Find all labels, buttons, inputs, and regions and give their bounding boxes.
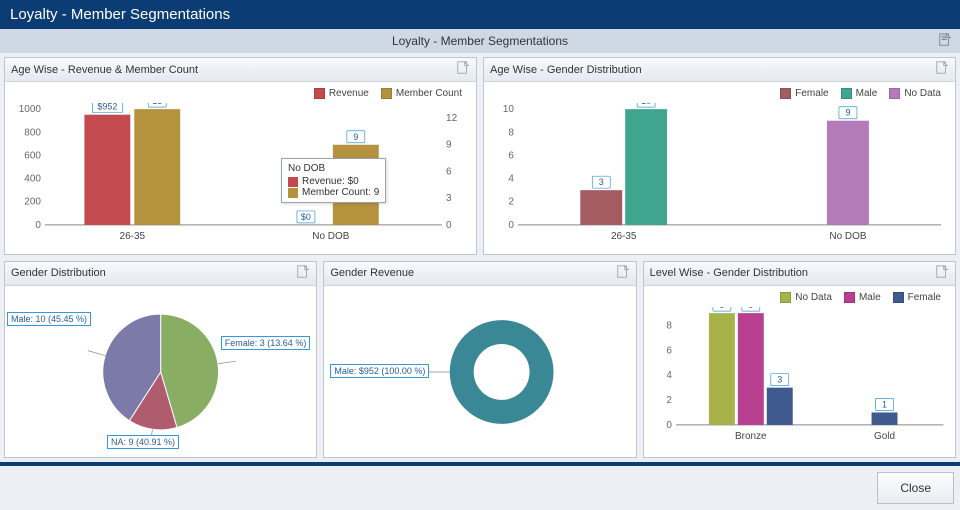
legend-item: Revenue [314, 88, 369, 99]
svg-text:8: 8 [666, 320, 672, 331]
svg-text:200: 200 [24, 197, 41, 208]
pie-label-male: Male: 10 (45.45 %) [7, 312, 91, 326]
panel-level-gender: Level Wise - Gender Distribution No Data… [643, 261, 956, 459]
bar-chart[interactable]: 0 2 4 6 8 10 3 10 26-35 9 No DOB [490, 103, 949, 243]
svg-text:9: 9 [845, 108, 850, 118]
svg-text:0: 0 [35, 220, 41, 231]
panel-export-icon[interactable] [935, 265, 949, 282]
close-button[interactable]: Close [877, 472, 954, 504]
footer: Close [0, 466, 960, 510]
svg-text:2: 2 [508, 197, 514, 208]
svg-text:800: 800 [24, 127, 41, 138]
svg-text:0: 0 [446, 220, 452, 231]
panel-age-gender: Age Wise - Gender Distribution Female Ma… [483, 57, 956, 255]
svg-text:9: 9 [719, 307, 724, 310]
panel-title: Gender Distribution [11, 267, 106, 279]
legend: Revenue Member Count [11, 86, 470, 103]
panel-export-icon[interactable] [616, 265, 630, 282]
svg-text:No DOB: No DOB [829, 231, 866, 242]
svg-text:6: 6 [446, 167, 452, 178]
svg-text:$952: $952 [97, 103, 117, 112]
panel-title: Level Wise - Gender Distribution [650, 267, 808, 279]
page-subheader: Loyalty - Member Segmentations [0, 29, 960, 53]
svg-text:12: 12 [446, 113, 458, 124]
panel-export-icon[interactable] [296, 265, 310, 282]
legend-item: Member Count [381, 88, 462, 99]
tooltip-row: Member Count: 9 [288, 187, 379, 198]
svg-text:Bronze: Bronze [735, 431, 767, 442]
svg-text:Gold: Gold [874, 431, 895, 442]
svg-text:3: 3 [446, 193, 452, 204]
svg-text:$0: $0 [301, 212, 311, 222]
page-title: Loyalty - Member Segmentations [392, 34, 568, 48]
bar-chart[interactable]: 0 200 400 600 800 1000 0 3 6 9 12 $952 13 26-35 $0 9 No … [11, 103, 470, 243]
svg-text:No DOB: No DOB [312, 231, 349, 242]
tooltip-row: Revenue: $0 [288, 176, 379, 187]
svg-text:26-35: 26-35 [120, 231, 146, 242]
pie-label-na: NA: 9 (40.91 %) [107, 435, 179, 449]
svg-text:2: 2 [666, 395, 672, 406]
svg-text:400: 400 [24, 174, 41, 185]
legend-item: No Data [889, 88, 941, 99]
svg-text:1: 1 [882, 399, 887, 409]
bar-chart[interactable]: 0 2 4 6 8 9 9 3 Bronze 1 Gold [650, 307, 949, 443]
svg-text:6: 6 [508, 151, 514, 162]
export-icon[interactable] [938, 33, 952, 50]
tooltip-title: No DOB [288, 163, 379, 174]
panel-title: Gender Revenue [330, 267, 414, 279]
chart-tooltip: No DOB Revenue: $0 Member Count: 9 [281, 158, 386, 203]
svg-text:9: 9 [748, 307, 753, 310]
panel-age-revenue: Age Wise - Revenue & Member Count Revenu… [4, 57, 477, 255]
svg-text:10: 10 [503, 104, 515, 115]
svg-text:26-35: 26-35 [611, 231, 637, 242]
svg-text:9: 9 [353, 132, 358, 142]
legend-item: Male [844, 292, 881, 303]
legend-item: Male [841, 88, 878, 99]
legend: No Data Male Female [650, 290, 949, 307]
svg-text:8: 8 [508, 127, 514, 138]
svg-text:0: 0 [666, 420, 672, 431]
svg-text:13: 13 [152, 103, 162, 106]
window-title: Loyalty - Member Segmentations [10, 6, 230, 23]
svg-text:3: 3 [599, 177, 604, 187]
panel-export-icon[interactable] [935, 61, 949, 78]
panel-export-icon[interactable] [456, 61, 470, 78]
window-titlebar: Loyalty - Member Segmentations [0, 0, 960, 29]
svg-text:1000: 1000 [19, 104, 42, 115]
panel-gender-distribution: Gender Distribution Male: 10 (45.45 %) F… [4, 261, 317, 459]
legend-item: Female [893, 292, 941, 303]
pie-label-female: Female: 3 (13.64 %) [221, 336, 311, 350]
svg-text:600: 600 [24, 151, 41, 162]
svg-text:4: 4 [508, 174, 514, 185]
panel-title: Age Wise - Gender Distribution [490, 64, 642, 76]
donut-label-male: Male: $952 (100.00 %) [330, 364, 429, 378]
svg-text:9: 9 [446, 140, 452, 151]
svg-text:0: 0 [508, 220, 514, 231]
panel-title: Age Wise - Revenue & Member Count [11, 64, 198, 76]
svg-text:6: 6 [666, 345, 672, 356]
svg-text:10: 10 [641, 103, 651, 106]
svg-text:3: 3 [777, 374, 782, 384]
legend-item: Female [780, 88, 828, 99]
svg-text:4: 4 [666, 370, 672, 381]
legend: Female Male No Data [490, 86, 949, 103]
panel-gender-revenue: Gender Revenue Male: $952 (100.00 %) [323, 261, 636, 459]
legend-item: No Data [780, 292, 832, 303]
